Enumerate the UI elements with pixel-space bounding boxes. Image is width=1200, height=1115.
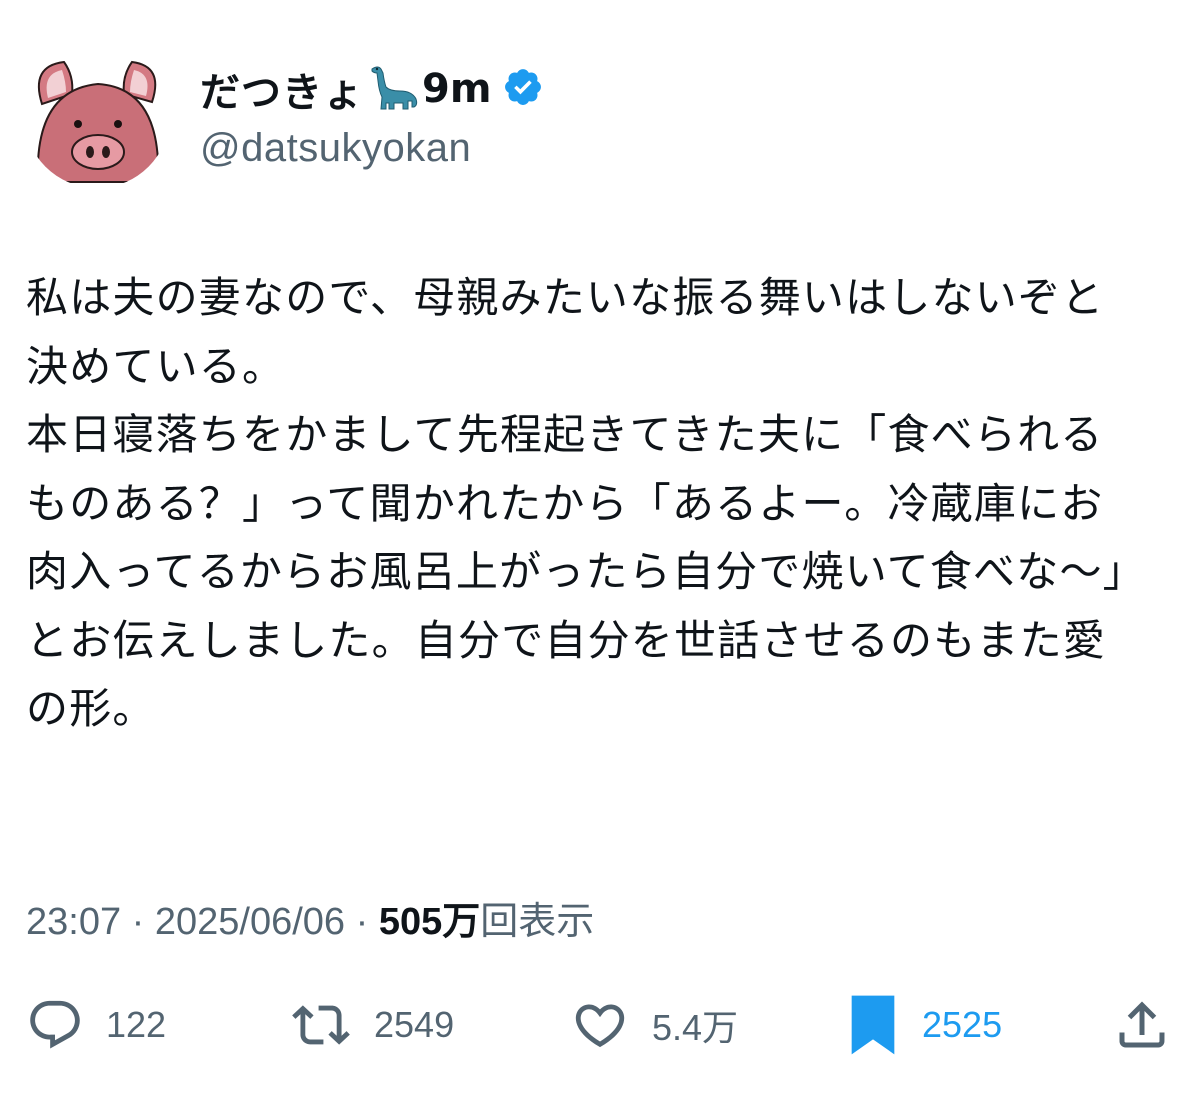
retweet-icon <box>292 1005 350 1045</box>
reply-button[interactable]: 122 <box>26 990 166 1060</box>
pig-face-icon <box>24 42 170 188</box>
views-label[interactable]: 回表示 <box>480 901 594 943</box>
like-count: 5.4万 <box>652 1007 739 1048</box>
sauropod-dinosaur-icon <box>368 61 420 117</box>
bookmark-filled-icon <box>851 995 895 1055</box>
retweet-count: 2549 <box>374 1004 455 1045</box>
bookmark-count: 2525 <box>922 1004 1003 1045</box>
tweet-date[interactable]: 2025/06/06 <box>155 901 345 943</box>
share-button[interactable] <box>1112 990 1172 1060</box>
tweet-header: だつきょ 9m @datsukyokan <box>24 42 544 188</box>
views-count[interactable]: 505万 <box>379 901 480 943</box>
reply-bubble-icon <box>30 1000 80 1049</box>
reply-count: 122 <box>106 1004 167 1045</box>
display-name-suffix[interactable]: 9m <box>422 66 492 112</box>
tweet-meta: 23:07 · 2025/06/06 · 505万回表示 <box>26 890 594 945</box>
avatar[interactable] <box>24 42 170 188</box>
retweet-button[interactable]: 2549 <box>290 990 454 1060</box>
user-names: だつきょ 9m @datsukyokan <box>200 42 544 171</box>
heart-icon <box>575 1004 625 1048</box>
bookmark-button[interactable]: 2525 <box>846 990 1002 1060</box>
user-handle[interactable]: @datsukyokan <box>200 126 544 171</box>
display-name[interactable]: だつきょ <box>200 60 364 118</box>
tweet-time[interactable]: 23:07 <box>26 901 121 943</box>
action-bar: 122 2549 5.4万 2525 <box>0 990 1200 1060</box>
share-icon <box>1119 1001 1165 1048</box>
tweet-text: 私は夫の妻なので、母親みたいな振る舞いはしないぞと決めている。 本日寝落ちをかま… <box>26 273 1146 733</box>
verified-badge-icon[interactable] <box>502 66 544 112</box>
display-name-row[interactable]: だつきょ 9m <box>200 62 544 116</box>
like-button[interactable]: 5.4万 <box>570 990 738 1060</box>
meta-separator: · <box>131 901 145 943</box>
meta-separator: · <box>355 901 369 943</box>
